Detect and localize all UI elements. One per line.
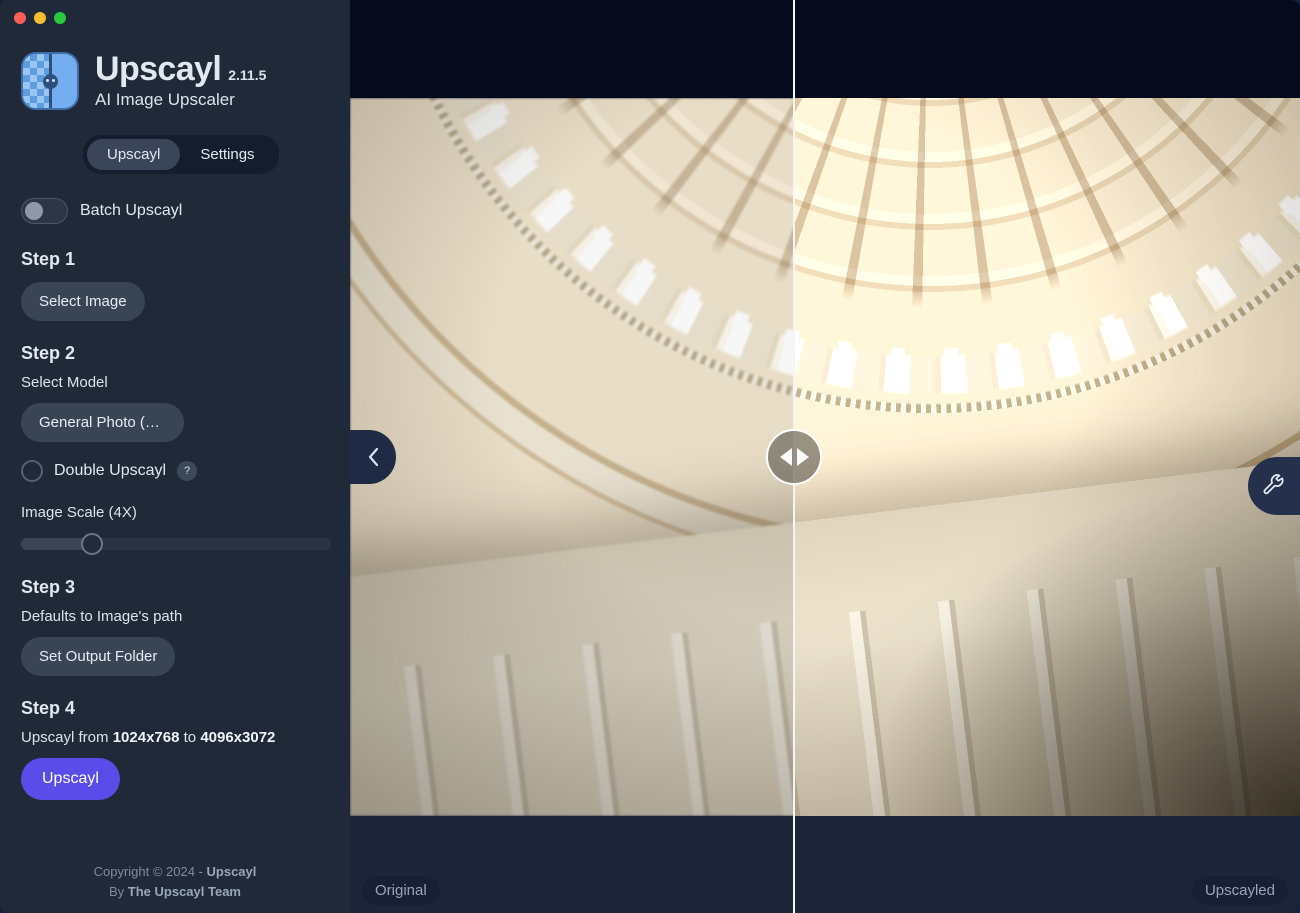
output-path-hint: Defaults to Image's path: [21, 608, 183, 625]
app-version: 2.11.5: [228, 67, 267, 84]
app-window: Upscayl 2.11.5 AI Image Upscaler Upscayl…: [0, 0, 1300, 913]
target-dimensions: 4096x3072: [200, 729, 276, 746]
original-label-chip: Original: [362, 876, 440, 905]
tab-bar: Upscayl Settings: [83, 135, 279, 174]
tools-button[interactable]: [1248, 457, 1300, 515]
footer-copyright: Copyright © 2024 - Upscayl: [0, 862, 350, 882]
step-1-heading: Step 1: [21, 249, 76, 269]
image-scale-label: Image Scale (4X): [21, 504, 137, 521]
tab-upscayl[interactable]: Upscayl: [87, 139, 181, 170]
minimize-window-button[interactable]: [34, 12, 46, 24]
step-3-heading: Step 3: [21, 577, 76, 597]
set-output-folder-button[interactable]: Set Output Folder: [21, 637, 176, 676]
close-window-button[interactable]: [14, 12, 26, 24]
footer-by-prefix: By: [109, 883, 128, 899]
double-upscayl-checkbox[interactable]: [21, 460, 43, 482]
app-subtitle: AI Image Upscaler: [95, 89, 235, 109]
batch-upscayl-label: Batch Upscayl: [80, 202, 183, 219]
sidebar-body: Batch Upscayl Step 1 Select Image Step 2…: [0, 195, 350, 800]
comparison-slider-handle[interactable]: [766, 429, 822, 485]
source-dimensions: 1024x768: [112, 729, 180, 746]
double-upscayl-label: Double Upscayl: [54, 462, 167, 479]
double-upscayl-row: Double Upscayl ?: [0, 460, 350, 482]
upscale-summary: Upscayl from 1024x768 to 4096x3072: [0, 729, 350, 746]
summary-prefix: Upscayl from: [21, 729, 109, 746]
app-title: Upscayl: [95, 50, 222, 89]
slider-thumb[interactable]: [81, 533, 103, 555]
footer-copyright-prefix: Copyright © 2024 -: [93, 864, 207, 879]
footer-credit: By The Upscayl Team: [0, 882, 350, 902]
step-2-heading: Step 2: [21, 343, 76, 363]
brand-header: Upscayl 2.11.5 AI Image Upscaler: [21, 50, 267, 110]
image-comparison-viewer[interactable]: Original Upscayled: [350, 0, 1300, 913]
chevron-left-icon: [368, 447, 378, 467]
model-select-dropdown[interactable]: General Photo (Re…: [21, 403, 184, 442]
batch-upscayl-toggle[interactable]: [21, 198, 68, 224]
footer-brand: Upscayl: [206, 864, 257, 879]
upscayled-label-chip: Upscayled: [1191, 876, 1288, 905]
image-scale-slider[interactable]: [21, 533, 331, 555]
upscayl-logo-icon: [21, 52, 79, 110]
right-arrow-icon: [796, 448, 809, 466]
window-controls: [14, 12, 66, 24]
summary-middle: to: [183, 729, 197, 746]
double-upscayl-help-icon[interactable]: ?: [177, 461, 198, 481]
footer: Copyright © 2024 - Upscayl By The Upscay…: [0, 862, 350, 901]
tab-settings[interactable]: Settings: [180, 139, 274, 170]
maximize-window-button[interactable]: [54, 12, 66, 24]
viewer-top-band: [350, 0, 1300, 98]
select-model-label: Select Model: [21, 374, 108, 391]
footer-team: The Upscayl Team: [127, 883, 241, 899]
step-4-heading: Step 4: [21, 698, 76, 718]
upscayl-button[interactable]: Upscayl: [21, 758, 120, 800]
left-arrow-icon: [779, 448, 792, 466]
wrench-icon: [1263, 474, 1284, 495]
batch-upscayl-row: Batch Upscayl: [0, 195, 350, 227]
sidebar: Upscayl 2.11.5 AI Image Upscaler Upscayl…: [0, 0, 350, 913]
select-image-button[interactable]: Select Image: [21, 282, 145, 321]
